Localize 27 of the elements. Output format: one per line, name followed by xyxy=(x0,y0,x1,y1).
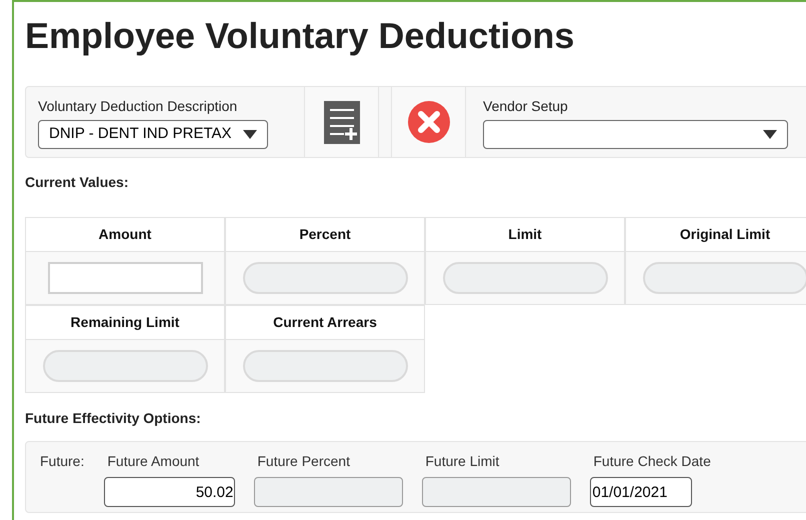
delete-button[interactable] xyxy=(391,87,466,157)
column-header: Remaining Limit xyxy=(25,305,225,340)
column-header: Percent xyxy=(225,217,425,252)
section-heading: Future Effectivity Options: xyxy=(25,409,202,428)
column-header: Current Arrears xyxy=(225,305,425,340)
vendor-select[interactable] xyxy=(483,120,788,149)
future-field[interactable]: 01/01/2021 xyxy=(590,477,692,507)
caret-icon xyxy=(243,130,257,139)
caret-icon xyxy=(763,130,777,139)
add-list-icon xyxy=(324,100,360,144)
column-header: Original Limit xyxy=(625,217,806,252)
column-header: Amount xyxy=(25,217,225,252)
deduction-select[interactable]: DNIP - DENT IND PRETAX xyxy=(38,120,268,149)
field-label: Voluntary Deduction Description xyxy=(38,97,238,116)
future-label: Future: xyxy=(40,452,86,471)
column-header: Limit xyxy=(425,217,625,252)
add-document-button[interactable] xyxy=(304,87,379,157)
future-field[interactable]: 50.02 xyxy=(104,477,236,507)
section-heading: Current Values: xyxy=(25,173,130,192)
field-label: Vendor Setup xyxy=(483,97,569,116)
field-label: Future Amount xyxy=(106,452,200,471)
field-label: Future Percent xyxy=(256,452,351,471)
value-field[interactable] xyxy=(48,262,202,294)
field-label: Future Check Date xyxy=(592,452,711,471)
close-icon xyxy=(408,101,450,143)
page-title: Employee Voluntary Deductions xyxy=(25,14,576,58)
field-label: Future Limit xyxy=(424,452,500,471)
